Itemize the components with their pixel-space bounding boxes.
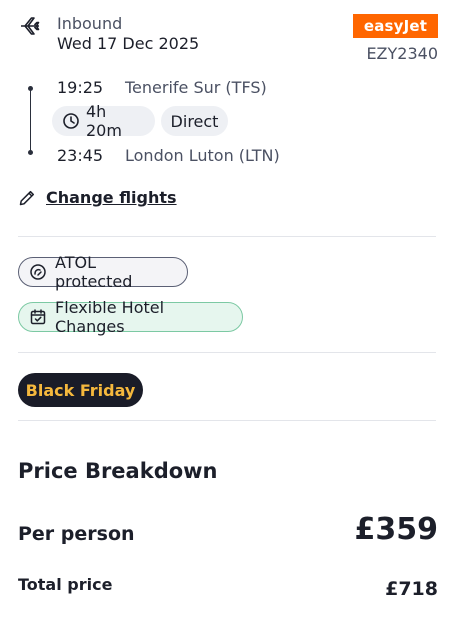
arrival-dot [28,150,33,155]
total-price-label: Total price [18,575,113,594]
divider [18,420,436,421]
total-price-value: £718 [385,578,438,600]
flight-number: EZY2340 [366,44,438,63]
flexible-hotel-label: Flexible Hotel Changes [55,298,165,336]
per-person-label: Per person [18,523,135,545]
flight-date: Wed 17 Dec 2025 [57,34,200,53]
departure-time: 19:25 [57,78,104,97]
clock-icon [62,112,80,130]
stops-text: Direct [170,111,219,131]
departure-airport: Tenerife Sur (TFS) [125,78,267,97]
pencil-icon [18,189,36,207]
itinerary-timeline [30,87,31,153]
plane-icon [18,14,42,38]
arrival-time: 23:45 [57,146,104,165]
flexible-hotel-badge: Flexible Hotel Changes [18,298,243,336]
flight-direction: Inbound [57,14,123,33]
change-flights-row[interactable]: Change flights [18,188,177,207]
calendar-check-icon [29,308,47,326]
airline-logo: easyJet [353,14,438,38]
price-breakdown-title: Price Breakdown [18,459,218,483]
divider [18,352,436,353]
departure-dot [28,86,33,91]
change-flights-link[interactable]: Change flights [46,188,177,207]
arrival-airport: London Luton (LTN) [125,146,280,165]
atol-icon [29,263,47,281]
divider [18,236,436,237]
per-person-price: £359 [354,512,439,547]
stops-chip: Direct [161,106,228,136]
duration-chip: 4h 20m [52,102,155,140]
black-friday-badge: Black Friday [18,373,143,407]
duration-text: 4h 20m [86,102,122,140]
atol-label: ATOL protected [55,253,133,291]
atol-badge: ATOL protected [18,253,188,291]
